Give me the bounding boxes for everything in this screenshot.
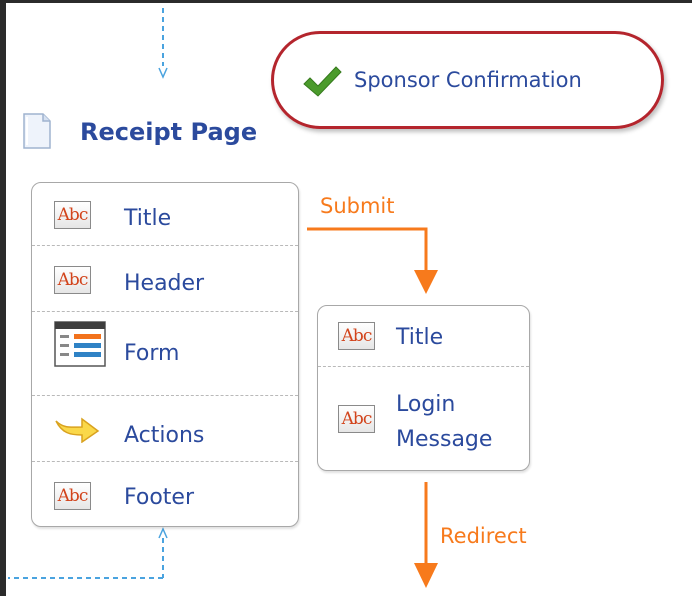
text-abc-icon: Abc	[54, 266, 91, 294]
component-label: Footer	[124, 485, 194, 510]
submit-edge-label: Submit	[320, 194, 395, 218]
submit-arrowhead	[414, 270, 438, 294]
checkmark-icon	[303, 66, 342, 97]
form-icon	[54, 321, 106, 367]
component-label: Actions	[124, 423, 205, 448]
submit-edge	[307, 227, 428, 276]
component-label: Title	[396, 325, 444, 350]
component-label-line-1: Login	[396, 392, 456, 417]
component-row-form[interactable]: Form	[32, 312, 298, 396]
confirmation-components-panel: Abc Title Abc Login Message	[317, 305, 530, 471]
redirect-edge-label: Redirect	[440, 524, 527, 548]
component-row-title[interactable]: Abc Title	[32, 183, 298, 246]
component-label-line-2: Message	[396, 427, 493, 452]
outgoing-arrowhead	[158, 527, 168, 539]
text-abc-icon: Abc	[54, 201, 91, 229]
arrow-icon	[55, 417, 100, 443]
component-row-title[interactable]: Abc Title	[318, 306, 529, 367]
page-icon	[23, 113, 51, 149]
text-abc-icon: Abc	[54, 482, 91, 510]
page-title: Receipt Page	[80, 118, 258, 146]
component-label: Title	[124, 206, 172, 231]
receipt-components-panel: Abc Title Abc Header Form Actions Abc Fo…	[31, 182, 299, 527]
outgoing-dashed-connector	[8, 538, 164, 579]
component-row-footer[interactable]: Abc Footer	[32, 462, 298, 526]
confirmation-page-label[interactable]: Sponsor Confirmation	[354, 65, 582, 95]
component-label: Form	[124, 341, 180, 366]
component-label: Header	[124, 271, 205, 296]
component-row-actions[interactable]: Actions	[32, 396, 298, 462]
text-abc-icon: Abc	[338, 405, 375, 433]
component-row-header[interactable]: Abc Header	[32, 246, 298, 312]
text-abc-icon: Abc	[338, 322, 375, 350]
component-row-login-message[interactable]: Abc Login Message	[318, 367, 529, 470]
redirect-arrowhead	[414, 563, 438, 588]
incoming-arrowhead	[158, 67, 168, 79]
